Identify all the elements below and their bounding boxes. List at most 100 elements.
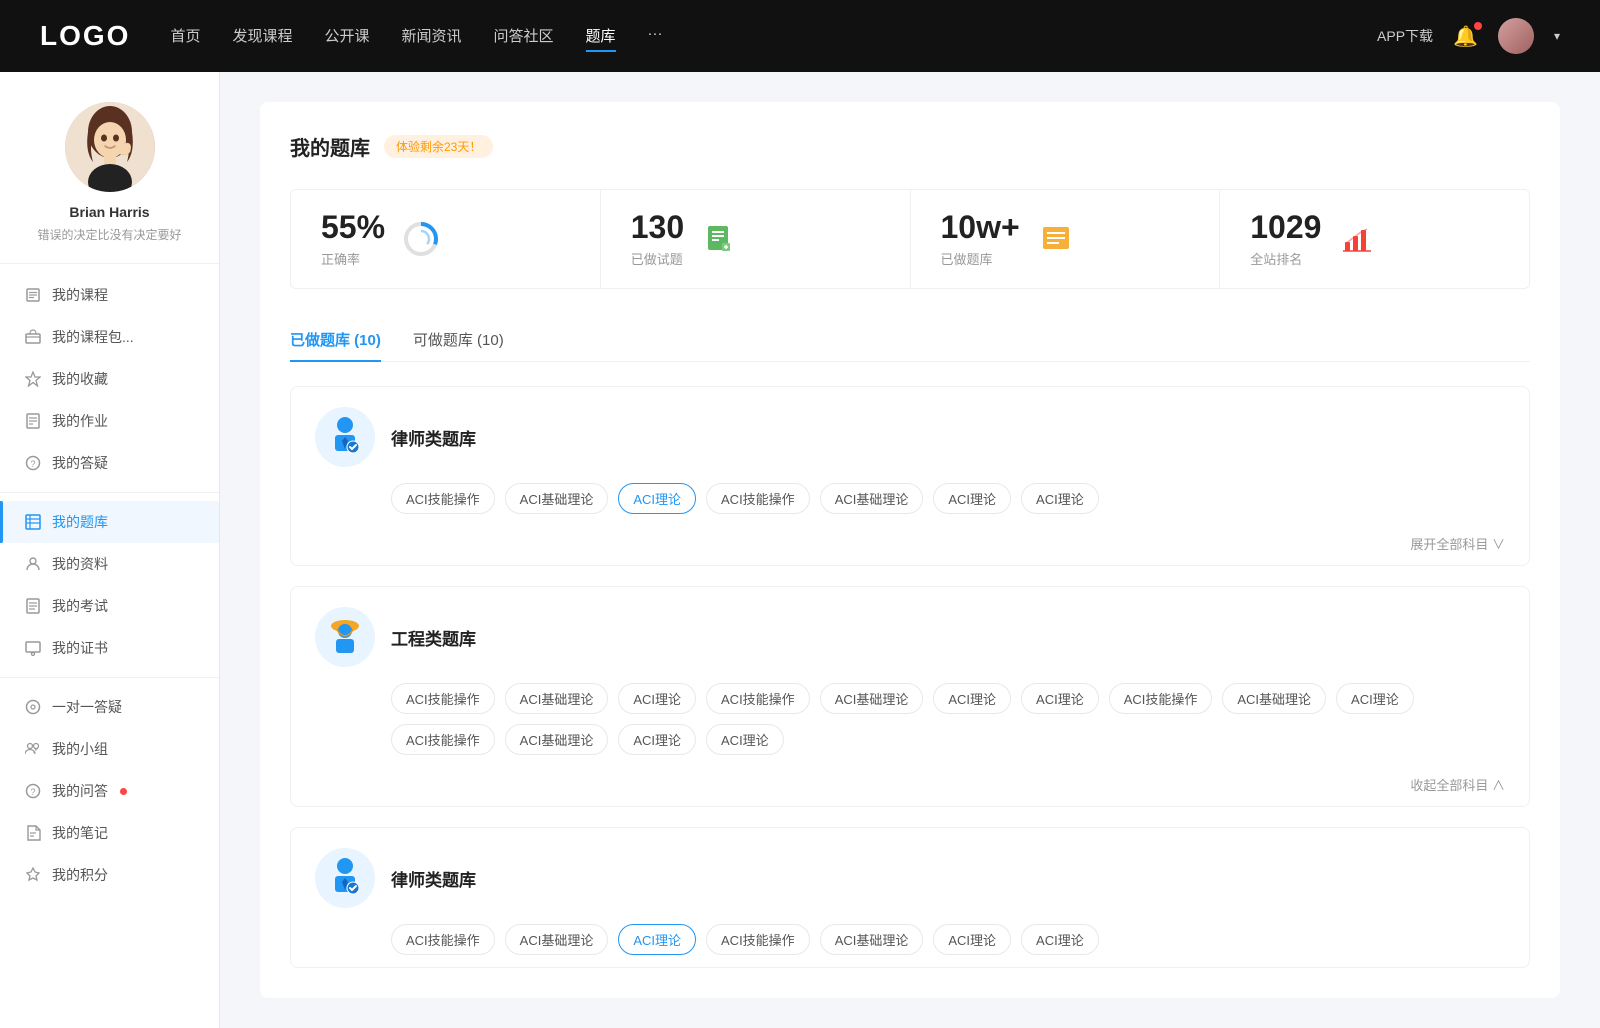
avatar-chevron-down-icon[interactable]: ▾ (1554, 29, 1560, 43)
stat-rank-value: 1029 (1250, 210, 1321, 245)
bank-tag[interactable]: ACI理论 (618, 683, 696, 714)
sidebar-item-label: 我的资料 (52, 554, 108, 574)
bank-lawyer-1-title: 律师类题库 (391, 425, 476, 450)
bank-tag[interactable]: ACI技能操作 (391, 724, 495, 755)
bank-tag[interactable]: ACI理论 (933, 683, 1011, 714)
bank-tag[interactable]: ACI理论 (933, 483, 1011, 514)
certificate-icon (24, 639, 42, 657)
bank-collapse-button[interactable]: 收起全部科目 ∧ (1410, 775, 1505, 794)
sidebar-item-label: 我的考试 (52, 596, 108, 616)
sidebar-item-one-on-one[interactable]: 一对一答疑 (0, 686, 219, 728)
star-icon (24, 370, 42, 388)
sidebar-item-label: 我的积分 (52, 865, 108, 885)
bank-tag[interactable]: ACI理论 (1336, 683, 1414, 714)
sidebar-item-homework[interactable]: 我的作业 (0, 400, 219, 442)
bank-tag[interactable]: ACI基础理论 (820, 483, 924, 514)
sidebar-item-notes[interactable]: 我的笔记 (0, 812, 219, 854)
bank-tag[interactable]: ACI基础理论 (820, 683, 924, 714)
sidebar-user-name: Brian Harris (69, 204, 149, 220)
navbar-right: APP下载 🔔 ▾ (1377, 18, 1560, 54)
bank-expand-button[interactable]: 展开全部科目 ∨ (1410, 534, 1505, 553)
nav-home[interactable]: 首页 (170, 21, 200, 52)
tab-done[interactable]: 已做题库 (10) (290, 319, 381, 362)
bank-engineer-icon (315, 607, 375, 667)
sidebar-item-label: 我的收藏 (52, 369, 108, 389)
avatar-image (1498, 18, 1534, 54)
nav-qa[interactable]: 问答社区 (494, 21, 554, 52)
tab-available[interactable]: 可做题库 (10) (413, 319, 504, 362)
sidebar-item-points[interactable]: 我的积分 (0, 854, 219, 896)
bank-tag[interactable]: ACI技能操作 (706, 483, 810, 514)
bank-tag[interactable]: ACI基础理论 (505, 924, 609, 955)
main-content: 我的题库 体验剩余23天！ 55% 正确率 (220, 72, 1600, 1028)
nav-bank[interactable]: 题库 (586, 21, 616, 52)
sidebar-menu: 我的课程 我的课程包... 我的收藏 我的作业 (0, 264, 219, 906)
nav-discover[interactable]: 发现课程 (232, 21, 292, 52)
bank-tag[interactable]: ACI理论 (706, 724, 784, 755)
nav-menu: 首页 发现课程 公开课 新闻资讯 问答社区 题库 ··· (170, 21, 1337, 52)
sidebar-item-label: 我的笔记 (52, 823, 108, 843)
stat-accuracy-label: 正确率 (321, 249, 385, 268)
homework-icon (24, 412, 42, 430)
banks-list-icon (1036, 219, 1076, 259)
notification-dot (120, 788, 127, 795)
sidebar-item-questions[interactable]: ? 我的问答 (0, 770, 219, 812)
sidebar-avatar (65, 102, 155, 192)
bank-tag[interactable]: ACI理论 (618, 724, 696, 755)
bank-tag[interactable]: ACI技能操作 (706, 683, 810, 714)
svg-text:?: ? (30, 787, 35, 797)
bank-tag[interactable]: ACI技能操作 (706, 924, 810, 955)
bank-tag[interactable]: ACI技能操作 (1109, 683, 1213, 714)
sidebar-item-label: 我的作业 (52, 411, 108, 431)
bank-tag[interactable]: ACI技能操作 (391, 683, 495, 714)
sidebar-item-exams[interactable]: 我的考试 (0, 585, 219, 627)
stat-questions-value: 130 (631, 210, 684, 245)
sidebar-item-course[interactable]: 我的课程 (0, 274, 219, 316)
bank-tag[interactable]: ACI理论 (1021, 924, 1099, 955)
nav-more[interactable]: ··· (648, 21, 663, 52)
sidebar-item-label: 我的证书 (52, 638, 108, 658)
bank-tag-active[interactable]: ACI理论 (618, 924, 696, 955)
sidebar-item-profile[interactable]: 我的资料 (0, 543, 219, 585)
questions-doc-icon (700, 219, 740, 259)
bank-section-lawyer-1: 律师类题库 ACI技能操作 ACI基础理论 ACI理论 ACI技能操作 ACI基… (290, 386, 1530, 566)
trial-badge: 体验剩余23天！ (384, 135, 493, 158)
sidebar-item-qa[interactable]: ? 我的答疑 (0, 442, 219, 484)
bank-tag[interactable]: ACI理论 (1021, 483, 1099, 514)
app-download[interactable]: APP下载 (1377, 26, 1433, 46)
bank-tag-active[interactable]: ACI理论 (618, 483, 696, 514)
stat-accuracy: 55% 正确率 (291, 190, 601, 288)
sidebar-item-certificate[interactable]: 我的证书 (0, 627, 219, 669)
bank-tag[interactable]: ACI基础理论 (1222, 683, 1326, 714)
page-layout: Brian Harris 错误的决定比没有决定要好 我的课程 我的课程包... (0, 72, 1600, 1028)
bank-tag[interactable]: ACI基础理论 (505, 724, 609, 755)
bank-footer: 展开全部科目 ∨ (291, 526, 1529, 565)
stat-banks-label: 已做题库 (941, 249, 1020, 268)
page-header: 我的题库 体验剩余23天！ (290, 132, 1530, 161)
course-icon (24, 286, 42, 304)
bank-tag[interactable]: ACI理论 (933, 924, 1011, 955)
bank-tag[interactable]: ACI基础理论 (820, 924, 924, 955)
nav-news[interactable]: 新闻资讯 (402, 21, 462, 52)
pie-chart-icon (403, 221, 439, 257)
sidebar-item-question-bank[interactable]: 我的题库 (0, 501, 219, 543)
bank-tag[interactable]: ACI理论 (1021, 683, 1099, 714)
sidebar-item-favorites[interactable]: 我的收藏 (0, 358, 219, 400)
bank-engineer-tags-row1: ACI技能操作 ACI基础理论 ACI理论 ACI技能操作 ACI基础理论 AC… (291, 683, 1529, 767)
stat-questions-done: 130 已做试题 (601, 190, 911, 288)
bank-tag[interactable]: ACI基础理论 (505, 483, 609, 514)
notification-bell[interactable]: 🔔 (1453, 24, 1478, 49)
questions-icon: ? (24, 782, 42, 800)
bank-lawyer-2-title: 律师类题库 (391, 866, 476, 891)
bank-tag[interactable]: ACI基础理论 (505, 683, 609, 714)
bank-lawyer-2-tags: ACI技能操作 ACI基础理论 ACI理论 ACI技能操作 ACI基础理论 AC… (291, 924, 1529, 967)
sidebar-item-course-package[interactable]: 我的课程包... (0, 316, 219, 358)
bank-section-lawyer-2: 律师类题库 ACI技能操作 ACI基础理论 ACI理论 ACI技能操作 ACI基… (290, 827, 1530, 968)
bank-tag[interactable]: ACI技能操作 (391, 924, 495, 955)
sidebar-item-group[interactable]: 我的小组 (0, 728, 219, 770)
bank-tag[interactable]: ACI技能操作 (391, 483, 495, 514)
user-avatar[interactable] (1498, 18, 1534, 54)
nav-open-course[interactable]: 公开课 (324, 21, 369, 52)
sidebar-item-label: 我的课程 (52, 285, 108, 305)
stat-banks-done: 10w+ 已做题库 (911, 190, 1221, 288)
